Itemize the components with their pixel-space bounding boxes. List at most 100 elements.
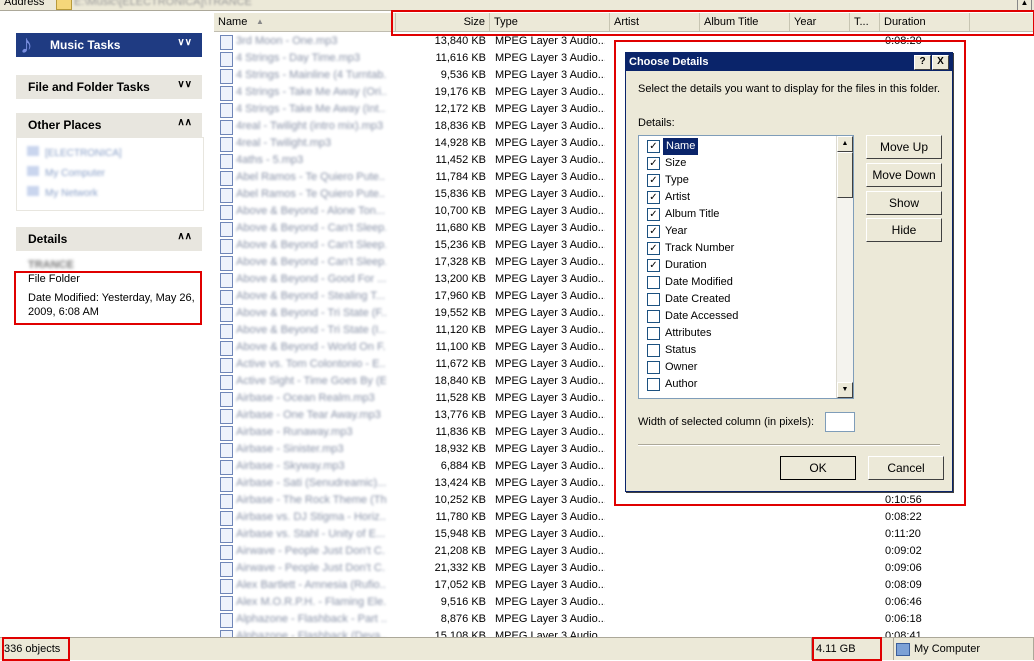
file-name: Alex Bartlett - Amnesia (Rufio... (236, 579, 386, 591)
total-size-highlight-box (812, 637, 882, 661)
file-type: MPEG Layer 3 Audio... (495, 528, 605, 540)
file-size: 10,252 KB (434, 494, 486, 506)
other-place-label[interactable]: My Computer (45, 168, 105, 179)
other-place-item[interactable]: My Computer (27, 166, 105, 179)
file-size: 15,108 KB (434, 630, 486, 637)
details-highlight-box (14, 271, 202, 325)
other-place-item[interactable]: My Network (27, 186, 98, 199)
audio-file-icon (220, 545, 233, 560)
file-name: Airwave - People Just Don't C... (236, 545, 386, 557)
file-name: Airbase - Ocean Realm.mp3 (236, 392, 375, 404)
audio-file-icon (220, 477, 233, 492)
audio-file-icon (220, 205, 233, 220)
audio-file-icon (220, 273, 233, 288)
audio-file-icon (220, 86, 233, 101)
chevron-down-icon[interactable]: ∨∨ (177, 79, 192, 90)
chevron-up-icon[interactable]: ∧∧ (177, 231, 192, 242)
address-label: Address (4, 0, 45, 8)
column-name[interactable]: Name ▲ (214, 13, 396, 31)
file-type: MPEG Layer 3 Audio... (495, 239, 605, 251)
file-row[interactable]: Airbase vs. Stahl - Unity of E... 15,948 … (214, 526, 1034, 543)
file-name: Above & Beyond - Tri State (F... (236, 307, 386, 319)
file-size: 18,836 KB (434, 120, 486, 132)
file-row[interactable]: Alphazone - Flashback (Deva... 15,108 KB M… (214, 628, 1034, 637)
music-tasks-header[interactable]: ♪ Music Tasks ∨∨ (16, 29, 202, 59)
audio-file-icon (220, 154, 233, 169)
file-type: MPEG Layer 3 Audio... (495, 392, 605, 404)
audio-file-icon (220, 460, 233, 475)
other-place-label[interactable]: [ELECTRONICA] (45, 148, 122, 159)
file-row[interactable]: Airwave - People Just Don't C... 21,208 K… (214, 543, 1034, 560)
address-input[interactable]: E:\Music\[ELECTRONICA]\TRANCE (74, 0, 252, 8)
file-type: MPEG Layer 3 Audio... (495, 324, 605, 336)
music-tasks-title: Music Tasks (50, 38, 121, 52)
audio-file-icon (220, 358, 233, 373)
sort-ascending-icon: ▲ (256, 17, 264, 26)
chevron-down-icon[interactable]: ∨∨ (177, 37, 192, 48)
audio-file-icon (220, 613, 233, 628)
file-size: 21,208 KB (434, 545, 486, 557)
file-name: Airbase - Runaway.mp3 (236, 426, 353, 438)
file-row[interactable]: Alex Bartlett - Amnesia (Rufio... 17,052 … (214, 577, 1034, 594)
file-size: 11,780 KB (435, 511, 486, 523)
file-type: MPEG Layer 3 Audio... (495, 52, 605, 64)
details-header[interactable]: Details ∧∧ (16, 227, 202, 251)
audio-file-icon (220, 426, 233, 441)
file-row[interactable]: Airwave - People Just Don't C... 21,332 K… (214, 560, 1034, 577)
file-name: Airbase vs. Stahl - Unity of E... (236, 528, 386, 540)
file-size: 13,200 KB (434, 273, 486, 285)
file-duration: 0:11:20 (885, 528, 921, 540)
file-type: MPEG Layer 3 Audio... (495, 188, 605, 200)
audio-file-icon (220, 120, 233, 135)
audio-file-icon (220, 494, 233, 509)
file-folder-tasks-header[interactable]: File and Folder Tasks ∨∨ (16, 75, 202, 99)
audio-file-icon (220, 307, 233, 322)
chevron-up-icon[interactable]: ∧∧ (177, 117, 192, 128)
file-name: 4real - Twilight (intro mix).mp3 (236, 120, 384, 132)
file-size: 17,960 KB (434, 290, 486, 302)
audio-file-icon (220, 392, 233, 407)
file-type: MPEG Layer 3 Audio... (495, 205, 605, 217)
file-type: MPEG Layer 3 Audio... (495, 579, 605, 591)
audio-file-icon (220, 579, 233, 594)
other-place-label[interactable]: My Network (45, 188, 98, 199)
file-name: Abel Ramos - Te Quiero Pute... (236, 171, 386, 183)
audio-file-icon (220, 341, 233, 356)
file-size: 19,552 KB (434, 307, 486, 319)
file-size: 11,452 KB (435, 154, 486, 166)
other-places-header[interactable]: Other Places ∧∧ (16, 113, 202, 137)
file-type: MPEG Layer 3 Audio... (495, 613, 605, 625)
file-name: Above & Beyond - Can't Sleep... (236, 239, 386, 251)
folder-icon (27, 146, 39, 156)
audio-file-icon (220, 188, 233, 203)
file-duration: 0:09:02 (885, 545, 922, 557)
file-size: 11,100 KB (435, 341, 486, 353)
file-name: 4aths - 5.mp3 (236, 154, 304, 166)
file-duration: 0:08:22 (885, 511, 922, 523)
file-size: 11,616 KB (435, 52, 486, 64)
file-name: Airbase vs. DJ Stigma - Horiz... (236, 511, 386, 523)
file-duration: 0:08:41 (885, 630, 922, 637)
file-name: 4 Strings - Mainline (4 Turntab... (236, 69, 386, 81)
file-name: Above & Beyond - Tri State (I... (236, 324, 386, 336)
other-place-item[interactable]: [ELECTRONICA] (27, 146, 122, 159)
audio-file-icon (220, 239, 233, 254)
file-size: 6,884 KB (440, 460, 486, 472)
file-type: MPEG Layer 3 Audio... (495, 341, 605, 353)
file-type: MPEG Layer 3 Audio... (495, 222, 605, 234)
file-row[interactable]: Airbase vs. DJ Stigma - Horiz... 11,780 K… (214, 509, 1034, 526)
audio-file-icon (220, 290, 233, 305)
file-row[interactable]: Alphazone - Flashback - Part ... 8,876 KB… (214, 611, 1034, 628)
file-row[interactable]: Alex M.O.R.P.H. - Flaming Ele... 9,516 KB… (214, 594, 1034, 611)
file-type: MPEG Layer 3 Audio... (495, 69, 605, 81)
other-places-title: Other Places (28, 118, 102, 132)
audio-file-icon (220, 596, 233, 611)
dialog-highlight-box (614, 40, 966, 506)
audio-file-icon (220, 630, 233, 637)
file-name: Airwave - People Just Don't C... (236, 562, 386, 574)
file-name: 3rd Moon - One.mp3 (236, 35, 338, 47)
file-name: Alphazone - Flashback (Deva... (236, 630, 386, 637)
file-type: MPEG Layer 3 Audio... (495, 562, 605, 574)
file-type: MPEG Layer 3 Audio... (495, 375, 605, 387)
file-size: 21,332 KB (434, 562, 486, 574)
